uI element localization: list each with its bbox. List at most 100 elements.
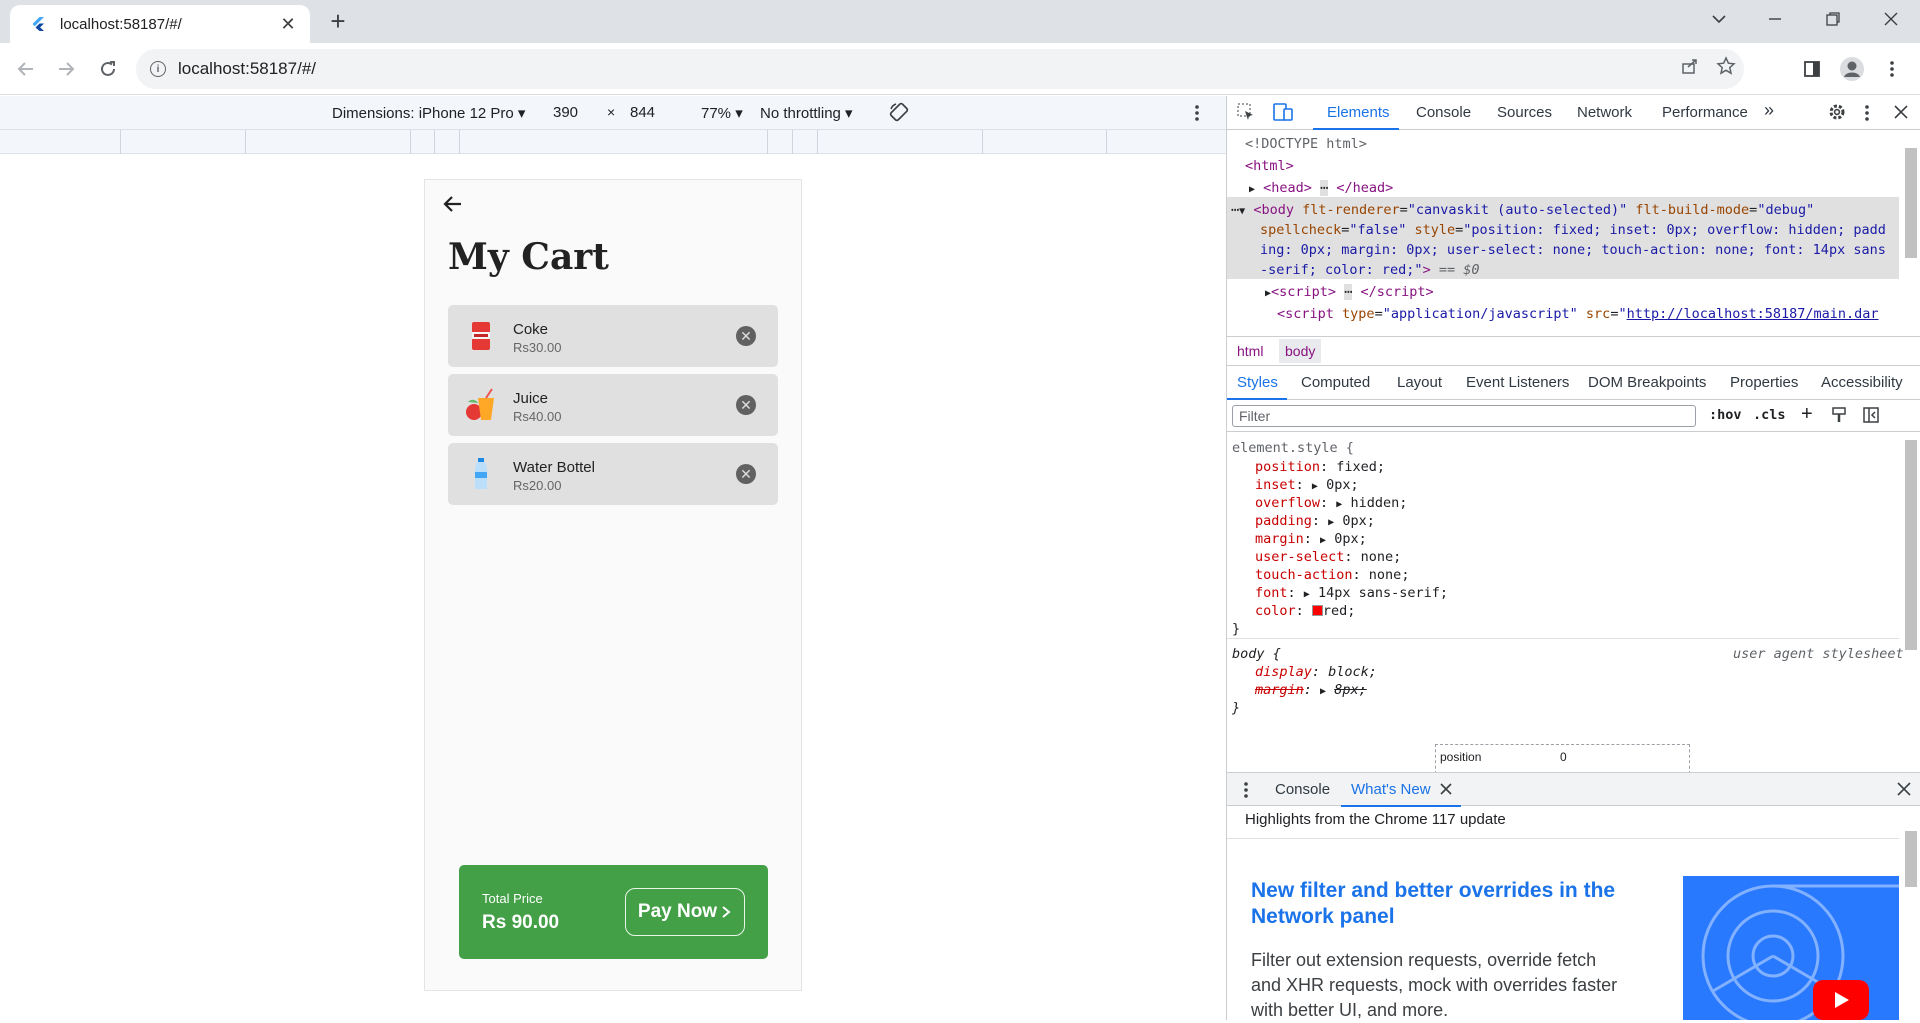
element-style-selector[interactable]: element.style { — [1232, 440, 1354, 456]
page-title: My Cart — [448, 236, 609, 278]
address-bar[interactable]: i localhost:58187/#/ — [136, 49, 1744, 89]
style-declaration[interactable]: padding: ▶ 0px; — [1255, 513, 1375, 529]
cart-item[interactable]: Water Bottel Rs20.00 ✕ — [448, 443, 778, 505]
phone-screen: My Cart Coke Rs30.00 ✕ Juice Rs40.00 ✕ W… — [424, 179, 802, 991]
reload-icon[interactable] — [92, 53, 124, 85]
hover-state-toggle[interactable]: :hov — [1709, 407, 1742, 423]
breadcrumb-html[interactable]: html — [1237, 343, 1263, 359]
dom-node[interactable]: <script type="application/javascript" sr… — [1277, 306, 1879, 322]
zoom-select[interactable]: 77% ▾ — [701, 104, 743, 122]
breadcrumb-body[interactable]: body — [1279, 339, 1322, 363]
close-drawer-icon[interactable] — [1897, 782, 1911, 800]
restore-icon[interactable] — [1810, 0, 1856, 38]
style-declaration[interactable]: inset: ▶ 0px; — [1255, 477, 1359, 493]
share-icon[interactable] — [1672, 57, 1708, 81]
styles-scrollbar[interactable] — [1905, 440, 1917, 650]
browser-tab[interactable]: localhost:58187/#/ ✕ — [10, 5, 310, 43]
remove-item-icon[interactable]: ✕ — [736, 326, 756, 346]
cart-item[interactable]: Coke Rs30.00 ✕ — [448, 305, 778, 367]
style-declaration[interactable]: touch-action: none; — [1255, 567, 1409, 583]
more-tabs-button[interactable]: » — [1764, 100, 1774, 121]
width-input[interactable]: 390 — [553, 104, 578, 121]
new-tab-button[interactable]: + — [324, 8, 352, 36]
subtab-computed[interactable]: Computed — [1301, 374, 1370, 391]
dom-node[interactable]: ▶<script> ⋯ </script> — [1265, 284, 1434, 300]
dom-node-body-attr[interactable]: -serif; color: red;"> == $0 — [1260, 262, 1479, 278]
subtab-properties[interactable]: Properties — [1730, 374, 1798, 391]
close-whats-new-icon[interactable] — [1440, 782, 1452, 799]
url-text[interactable]: localhost:58187/#/ — [178, 59, 1672, 79]
class-toggle[interactable]: .cls — [1753, 407, 1786, 423]
device-mode-icon[interactable] — [1273, 103, 1293, 125]
back-icon[interactable] — [10, 53, 42, 85]
style-declaration[interactable]: color: red; — [1255, 603, 1355, 619]
back-arrow-icon[interactable] — [441, 192, 465, 216]
drawer-scrollbar[interactable] — [1905, 831, 1917, 887]
tab-elements[interactable]: Elements — [1327, 104, 1390, 121]
inspect-element-icon[interactable] — [1237, 103, 1255, 125]
toggle-sidebar-icon[interactable] — [1863, 407, 1879, 426]
dom-node[interactable]: <html> — [1245, 158, 1294, 174]
cart-item[interactable]: Juice Rs40.00 ✕ — [448, 374, 778, 436]
rule-close: } — [1232, 700, 1241, 716]
media-query-ruler[interactable] — [0, 130, 1226, 154]
remove-item-icon[interactable]: ✕ — [736, 395, 756, 415]
dom-node[interactable]: <!DOCTYPE html> — [1245, 136, 1367, 152]
devtools-menu-icon[interactable] — [1864, 104, 1870, 126]
subtab-event-listeners[interactable]: Event Listeners — [1466, 374, 1569, 391]
browser-menu-icon[interactable] — [1876, 53, 1908, 85]
remove-item-icon[interactable]: ✕ — [736, 464, 756, 484]
tab-sources[interactable]: Sources — [1497, 104, 1552, 121]
paint-brush-icon[interactable] — [1831, 407, 1847, 426]
style-declaration[interactable]: user-select: none; — [1255, 549, 1401, 565]
drawer-tab-whats-new[interactable]: What's New — [1351, 781, 1431, 798]
dom-node-body-attr[interactable]: spellcheck="false" style="position: fixe… — [1260, 222, 1886, 238]
item-name: Juice — [513, 390, 549, 407]
whats-new-video-thumbnail[interactable] — [1683, 876, 1899, 1020]
tab-close-icon[interactable]: ✕ — [278, 14, 298, 35]
styles-filter-input[interactable]: Filter — [1232, 405, 1696, 427]
dom-node-body[interactable]: ⋯▼ <body flt-renderer="canvaskit (auto-s… — [1231, 202, 1814, 218]
styles-filter-row: Filter :hov .cls + — [1227, 400, 1920, 432]
tab-performance[interactable]: Performance — [1662, 104, 1748, 121]
style-declaration[interactable]: overflow: ▶ hidden; — [1255, 495, 1407, 511]
body-selector[interactable]: body { — [1232, 646, 1281, 662]
device-toolbar-menu-icon[interactable] — [1194, 104, 1200, 126]
drawer-menu-icon[interactable] — [1243, 781, 1249, 802]
dom-node-body-attr[interactable]: ing: 0px; margin: 0px; user-select: none… — [1260, 242, 1886, 258]
style-declaration[interactable]: display: block; — [1255, 664, 1377, 680]
new-style-rule-icon[interactable]: + — [1801, 403, 1813, 426]
style-declaration[interactable]: margin: ▶ 0px; — [1255, 531, 1367, 547]
site-info-icon[interactable]: i — [150, 61, 166, 77]
play-icon[interactable] — [1813, 980, 1869, 1020]
style-declaration[interactable]: font: ▶ 14px sans-serif; — [1255, 585, 1448, 601]
dom-scrollbar[interactable] — [1905, 148, 1917, 258]
dom-node[interactable]: ▶ <head> ⋯ </head> — [1249, 180, 1393, 196]
forward-icon[interactable] — [50, 53, 82, 85]
settings-gear-icon[interactable] — [1828, 103, 1846, 125]
throttling-select[interactable]: No throttling ▾ — [760, 104, 853, 122]
subtab-styles[interactable]: Styles — [1237, 374, 1278, 391]
subtab-layout[interactable]: Layout — [1397, 374, 1442, 391]
color-swatch[interactable] — [1311, 605, 1323, 616]
rotate-icon[interactable] — [888, 101, 910, 127]
subtab-accessibility[interactable]: Accessibility — [1821, 374, 1903, 391]
style-declaration-overridden[interactable]: margin: ▶ 8px; — [1255, 682, 1367, 698]
close-window-icon[interactable] — [1868, 0, 1914, 38]
pay-now-button[interactable]: Pay Now — [625, 888, 745, 936]
close-devtools-icon[interactable] — [1894, 105, 1908, 123]
tab-network[interactable]: Network — [1577, 104, 1632, 121]
drawer-tab-console[interactable]: Console — [1275, 781, 1330, 798]
device-dimensions-select[interactable]: Dimensions: iPhone 12 Pro ▾ — [332, 104, 525, 122]
profile-avatar-icon[interactable] — [1836, 53, 1868, 85]
bookmark-star-icon[interactable] — [1708, 56, 1744, 82]
whats-new-title[interactable]: New filter and better overrides in the N… — [1251, 878, 1631, 930]
subtab-dom-breakpoints[interactable]: DOM Breakpoints — [1588, 374, 1706, 391]
side-panel-icon[interactable] — [1796, 53, 1828, 85]
rule-close: } — [1232, 621, 1241, 637]
tab-search-icon[interactable] — [1696, 0, 1742, 38]
tab-console[interactable]: Console — [1416, 104, 1471, 121]
style-declaration[interactable]: position: fixed; — [1255, 459, 1385, 475]
height-input[interactable]: 844 — [630, 104, 655, 121]
minimize-icon[interactable] — [1752, 0, 1798, 38]
